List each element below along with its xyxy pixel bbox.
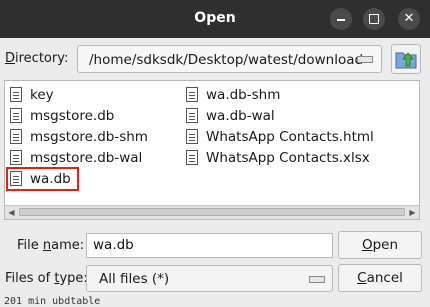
file-icon [10,150,22,165]
file-icon [186,150,198,165]
file-icon [10,129,22,144]
title-bar: Open ✕ [0,0,430,38]
open-button[interactable]: Open [338,231,422,259]
scrollbar-thumb[interactable] [19,208,405,216]
maximize-button[interactable] [363,8,385,30]
file-icon [10,87,22,102]
file-type-value: All files (*) [99,271,170,287]
file-name-label: File name: [17,238,85,253]
file-icon [186,87,198,102]
file-icon [186,108,198,123]
file-type-combo[interactable]: All files (*) [86,265,333,292]
maximize-icon [369,14,379,24]
horizontal-scrollbar[interactable]: ◀ ▶ [5,205,419,219]
close-icon: ✕ [403,11,415,26]
file-icon [10,108,22,123]
close-button[interactable]: ✕ [398,8,420,30]
combo-handle-icon [357,56,373,63]
minimize-icon [337,19,345,21]
scroll-right-icon[interactable]: ▶ [407,207,418,218]
background-terminal-text: 201 min ubdtable [4,296,101,307]
file-type-label: Files of type: [5,271,88,286]
highlight-box [6,167,79,191]
file-name-input[interactable]: wa.db [86,233,333,258]
directory-path: /home/sdksdk/Desktop/watest/download [89,52,364,68]
minimize-button[interactable] [330,8,352,30]
directory-label: Directory: [5,51,69,66]
up-directory-button[interactable] [391,44,421,74]
combo-handle-icon [309,276,325,283]
directory-combo[interactable]: /home/sdksdk/Desktop/watest/download [77,45,382,73]
folder-up-icon [395,52,417,69]
scroll-left-icon[interactable]: ◀ [6,207,17,218]
file-icon [186,129,198,144]
file-list[interactable]: key msgstore.db msgstore.db-shm msgstore… [4,80,420,220]
cancel-button[interactable]: Cancel [338,264,422,292]
